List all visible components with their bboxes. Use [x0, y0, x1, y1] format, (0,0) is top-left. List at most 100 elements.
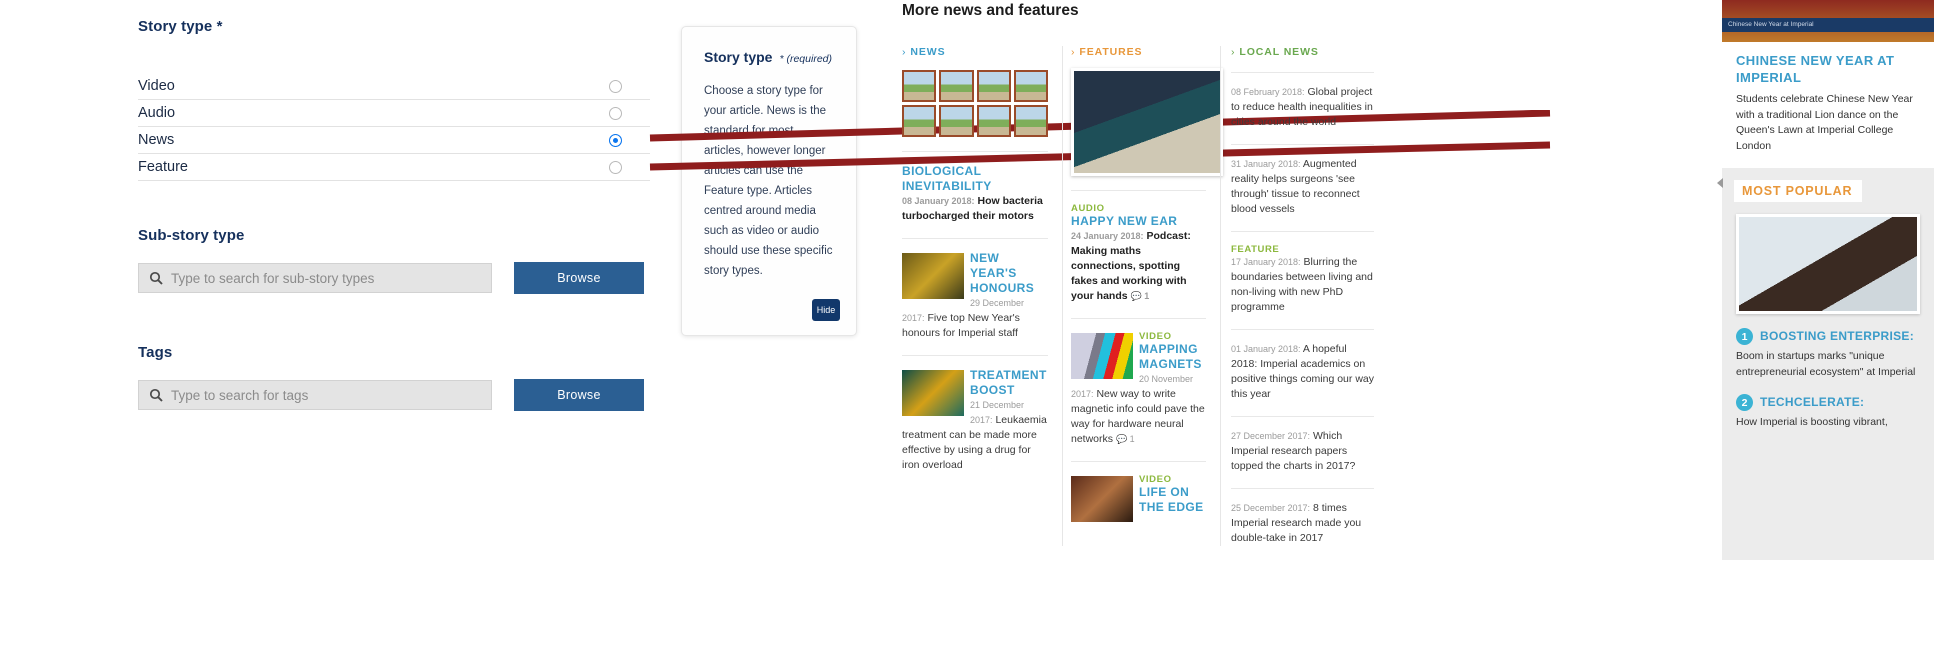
thumbnail-tile[interactable]	[976, 70, 1011, 102]
most-popular-text: Boom in startups marks "unique entrepren…	[1736, 350, 1916, 378]
article-media-label: AUDIO	[1071, 203, 1105, 214]
most-popular-text: How Imperial is boosting vibrant,	[1736, 416, 1888, 428]
radio-button-news[interactable]	[609, 133, 622, 147]
article-summary: 17 January 2018: Blurring the boundaries…	[1231, 255, 1374, 315]
sidebar-collapse-arrow-icon[interactable]	[1717, 178, 1723, 188]
article-kicker[interactable]: BIOLOGICAL INEVITABILITY	[902, 164, 1048, 194]
screenshot-root: Story type * Video Audio News Feature Su…	[0, 0, 1934, 654]
article-thumbnail[interactable]	[1071, 333, 1133, 379]
article-summary: 08 February 2018: Global project to redu…	[1231, 85, 1374, 130]
thumbnail-tile[interactable]	[939, 105, 974, 137]
more-news-section: More news and features NEWS BIOLOGICAL I…	[902, 2, 1702, 546]
article-date: 31 January 2018:	[1231, 159, 1301, 169]
radio-button-video[interactable]	[609, 79, 622, 93]
article-item[interactable]: 31 January 2018: Augmented reality helps…	[1231, 144, 1374, 217]
tags-label: Tags	[138, 344, 173, 361]
tooltip-required-note: * (required)	[779, 53, 832, 65]
article-item[interactable]: VIDEO LIFE ON THE EDGE	[1071, 461, 1206, 524]
article-date: 01 January 2018:	[1231, 344, 1301, 354]
article-date: 08 January 2018:	[902, 196, 975, 206]
rank-badge: 1	[1736, 328, 1753, 345]
article-summary: 29 December 2017: Five top New Year's ho…	[902, 296, 1048, 341]
magnifier-icon	[149, 271, 163, 285]
article-item[interactable]: 25 December 2017: 8 times Imperial resea…	[1231, 488, 1374, 546]
category-header-local-news[interactable]: LOCAL NEWS	[1231, 46, 1374, 58]
more-news-heading: More news and features	[902, 2, 1079, 19]
sub-story-placeholder: Type to search for sub-story types	[171, 270, 375, 286]
sub-story-type-label: Sub-story type	[138, 227, 245, 244]
browse-tags-button[interactable]: Browse	[514, 379, 644, 411]
thumbnail-tile[interactable]	[976, 105, 1011, 137]
sub-story-search-input[interactable]: Type to search for sub-story types	[138, 263, 492, 293]
tags-placeholder: Type to search for tags	[171, 387, 309, 403]
article-item[interactable]: NEW YEAR'S HONOURS 29 December 2017: Fiv…	[902, 238, 1048, 341]
article-date: 08 February 2018:	[1231, 87, 1305, 97]
sidebar-feature-title[interactable]: CHINESE NEW YEAR AT IMPERIAL	[1736, 52, 1920, 86]
article-summary: 24 January 2018: Podcast: Making maths c…	[1071, 229, 1206, 304]
most-popular-title[interactable]: TECHCELERATE:	[1760, 394, 1864, 410]
thumbnail-tile[interactable]	[902, 70, 937, 102]
article-thumbnail[interactable]	[902, 253, 964, 299]
radio-button-audio[interactable]	[609, 106, 622, 120]
most-popular-header: MOST POPULAR	[1734, 180, 1863, 202]
article-thumbnail[interactable]	[1071, 476, 1133, 522]
radio-label-feature: Feature	[138, 159, 188, 175]
comment-count: 💬 1	[1115, 434, 1135, 444]
article-summary: 20 November 2017: New way to write magne…	[1071, 372, 1206, 447]
radio-label-audio: Audio	[138, 105, 176, 121]
tooltip-body-text: Choose a story type for your article. Ne…	[704, 85, 833, 277]
article-item[interactable]: 27 December 2017: Which Imperial researc…	[1231, 416, 1374, 474]
thumbnail-tile[interactable]	[1013, 70, 1048, 102]
radio-row-audio[interactable]: Audio	[138, 100, 650, 127]
tags-row: Type to search for tags Browse	[138, 379, 650, 411]
article-item[interactable]: 01 January 2018: A hopeful 2018: Imperia…	[1231, 329, 1374, 402]
sidebar-hero-image[interactable]: Chinese New Year at Imperial	[1722, 0, 1934, 42]
thumbnail-tile[interactable]	[939, 70, 974, 102]
article-item[interactable]: VIDEO MAPPING MAGNETS 20 November 2017: …	[1071, 318, 1206, 447]
browse-sub-story-button[interactable]: Browse	[514, 262, 644, 294]
article-summary: 27 December 2017: Which Imperial researc…	[1231, 429, 1374, 474]
article-summary: 25 December 2017: 8 times Imperial resea…	[1231, 501, 1374, 546]
news-thumbnail-grid[interactable]	[902, 70, 1048, 137]
article-summary: 08 January 2018: How bacteria turbocharg…	[902, 194, 1048, 224]
sidebar-feature-text: Students celebrate Chinese New Year with…	[1736, 93, 1913, 152]
category-header-news[interactable]: NEWS	[902, 46, 1048, 58]
article-date: 27 December 2017:	[1231, 431, 1311, 441]
radio-row-news[interactable]: News	[138, 127, 650, 154]
radio-button-feature[interactable]	[609, 160, 622, 174]
article-item[interactable]: TREATMENT BOOST 21 December 2017: Leukae…	[902, 355, 1048, 473]
radio-row-feature[interactable]: Feature	[138, 154, 650, 181]
magnifier-icon	[149, 388, 163, 402]
tooltip-header: Story type * (required)	[704, 49, 836, 65]
feature-hero-image[interactable]	[1071, 68, 1223, 176]
comment-count: 💬 1	[1130, 291, 1150, 301]
local-news-column: LOCAL NEWS 08 February 2018: Global proj…	[1220, 46, 1388, 546]
thumbnail-tile[interactable]	[1013, 105, 1048, 137]
rank-badge: 2	[1736, 394, 1753, 411]
category-header-features[interactable]: FEATURES	[1071, 46, 1206, 58]
article-thumbnail[interactable]	[902, 370, 964, 416]
article-kicker[interactable]: HAPPY NEW EAR	[1071, 214, 1206, 229]
article-item[interactable]: 08 February 2018: Global project to redu…	[1231, 72, 1374, 130]
hide-tooltip-button[interactable]: Hide	[812, 299, 840, 321]
article-item[interactable]: AUDIO HAPPY NEW EAR 24 January 2018: Pod…	[1071, 190, 1206, 304]
tooltip-title: Story type	[704, 49, 773, 65]
tags-search-input[interactable]: Type to search for tags	[138, 380, 492, 410]
article-date: 25 December 2017:	[1231, 503, 1311, 513]
article-summary: 31 January 2018: Augmented reality helps…	[1231, 157, 1374, 217]
article-item[interactable]: FEATURE 17 January 2018: Blurring the bo…	[1231, 231, 1374, 315]
right-sidebar: Chinese New Year at Imperial CHINESE NEW…	[1717, 0, 1934, 560]
story-type-form: Story type * Video Audio News Feature Su…	[138, 18, 650, 411]
sidebar-feature-article[interactable]: CHINESE NEW YEAR AT IMPERIAL Students ce…	[1722, 42, 1934, 168]
radio-label-news: News	[138, 132, 175, 148]
most-popular-title[interactable]: BOOSTING ENTERPRISE:	[1760, 328, 1914, 344]
article-item[interactable]: BIOLOGICAL INEVITABILITY 08 January 2018…	[902, 151, 1048, 224]
thumbnail-tile[interactable]	[902, 105, 937, 137]
radio-row-video[interactable]: Video	[138, 73, 650, 100]
radio-label-video: Video	[138, 78, 175, 94]
most-popular-item[interactable]: 1 BOOSTING ENTERPRISE: Boom in startups …	[1722, 314, 1934, 380]
most-popular-image[interactable]	[1736, 214, 1920, 314]
story-type-help-tooltip: Story type * (required) Choose a story t…	[681, 26, 857, 336]
story-type-radio-group[interactable]: Video Audio News Feature	[138, 73, 650, 181]
most-popular-item[interactable]: 2 TECHCELERATE: How Imperial is boosting…	[1722, 380, 1934, 431]
